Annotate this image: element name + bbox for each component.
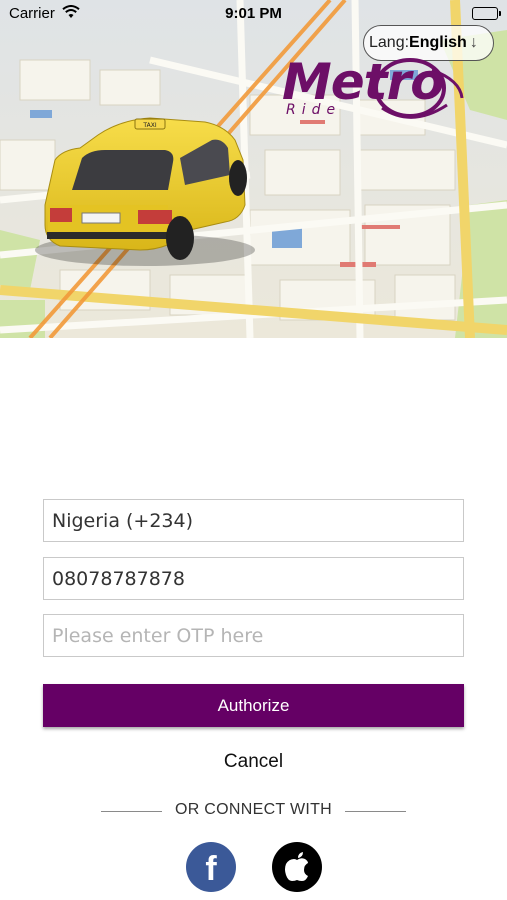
svg-text:TAXI: TAXI xyxy=(142,122,156,129)
apple-icon xyxy=(285,852,308,881)
otp-input[interactable] xyxy=(43,614,464,657)
battery-nub xyxy=(499,11,501,16)
connect-divider: OR CONNECT WITH xyxy=(0,800,507,824)
metro-ride-logo: Metro Ride xyxy=(282,50,468,130)
country-code-field[interactable] xyxy=(43,499,464,542)
facebook-login-button[interactable]: f xyxy=(186,842,236,892)
authorize-button[interactable]: Authorize xyxy=(43,684,464,727)
logo-subtitle: Ride xyxy=(286,102,342,118)
status-bar: Carrier 9:01 PM xyxy=(0,0,507,28)
facebook-icon: f xyxy=(205,849,217,888)
status-time: 9:01 PM xyxy=(225,5,282,22)
arrow-down-icon: ↓ xyxy=(469,34,478,51)
apple-login-button[interactable] xyxy=(272,842,322,892)
battery-icon xyxy=(472,7,501,20)
phone-number-field[interactable] xyxy=(43,557,464,600)
cancel-button[interactable]: Cancel xyxy=(0,751,507,773)
divider-line-right xyxy=(345,811,406,812)
connect-with-label: OR CONNECT WITH xyxy=(174,801,333,818)
